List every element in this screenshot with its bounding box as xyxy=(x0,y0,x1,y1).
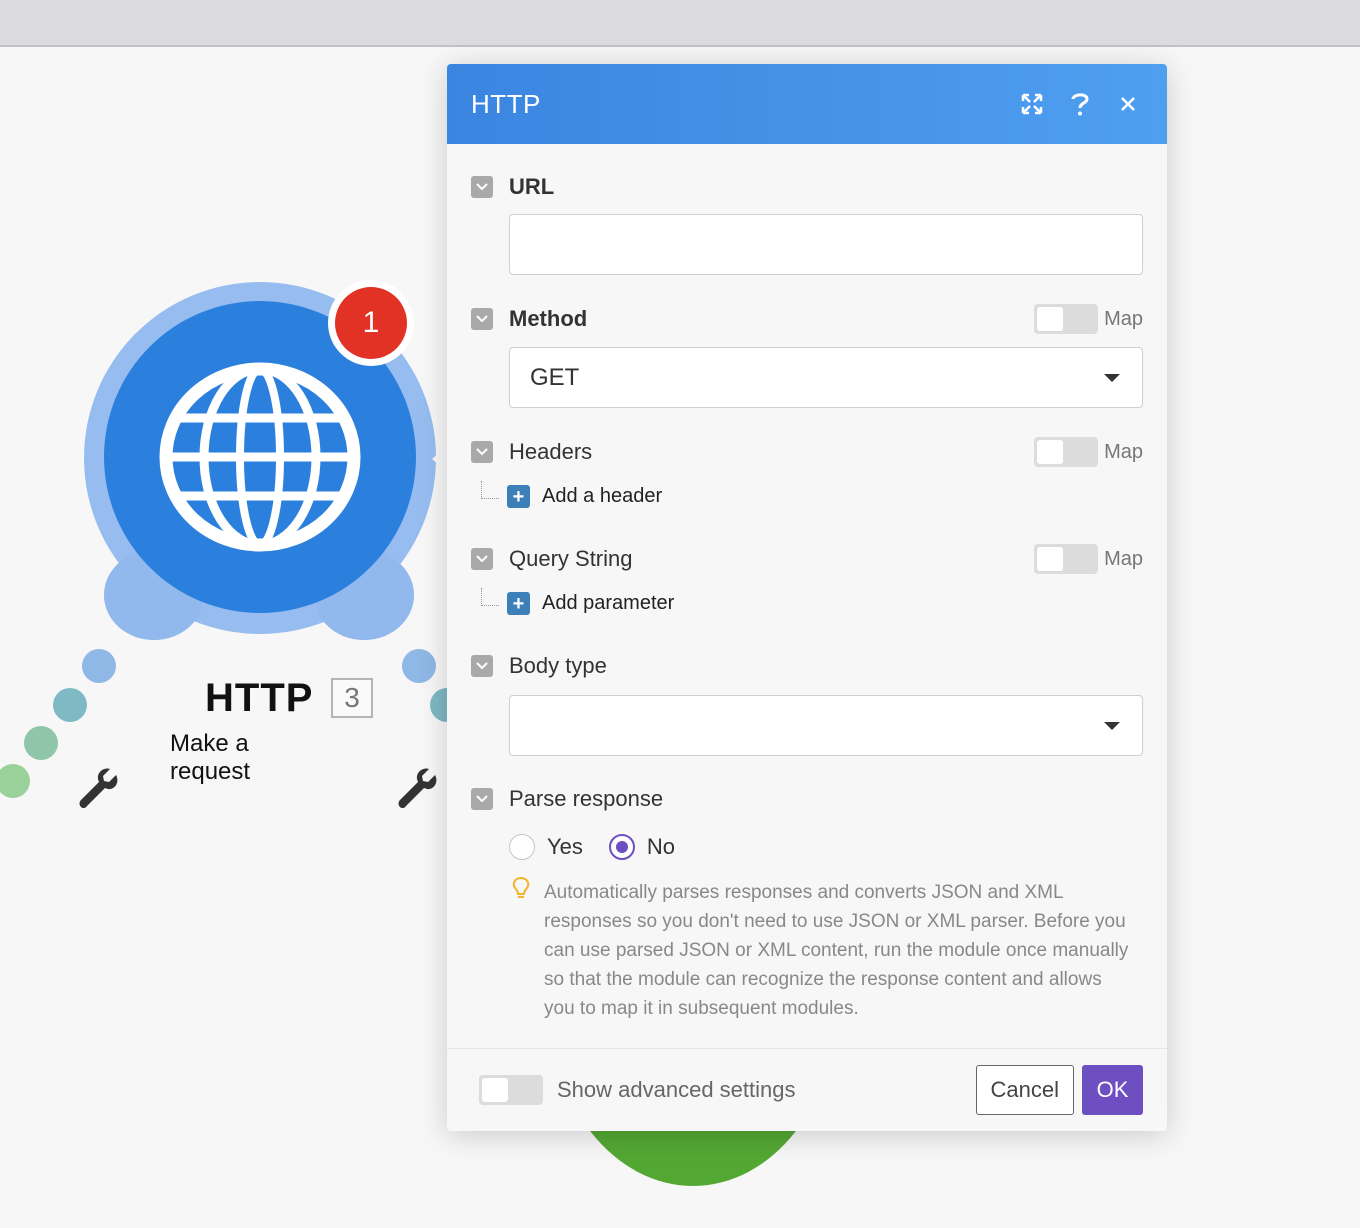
module-title: HTTP xyxy=(205,676,314,720)
collapse-toggle[interactable] xyxy=(471,548,493,570)
plus-icon: + xyxy=(507,485,530,508)
radio-yes[interactable] xyxy=(509,834,535,860)
map-toggle[interactable] xyxy=(1034,544,1099,574)
dialog-title: HTTP xyxy=(471,88,541,119)
expand-button[interactable] xyxy=(1008,80,1056,128)
radio-yes-label: Yes xyxy=(547,834,583,859)
dialog-pointer xyxy=(432,447,446,471)
headers-field: Headers Map + Add a header xyxy=(471,437,1143,508)
module-number: 3 xyxy=(331,678,373,718)
connector-dot xyxy=(0,764,30,798)
collapse-toggle[interactable] xyxy=(471,655,493,677)
radio-no[interactable] xyxy=(608,834,635,860)
close-button[interactable] xyxy=(1104,80,1152,128)
advanced-settings-label: Show advanced settings xyxy=(557,1077,796,1102)
wrench-icon[interactable] xyxy=(78,767,120,809)
collapse-toggle[interactable] xyxy=(471,308,493,330)
map-label: Map xyxy=(1104,547,1143,570)
method-select[interactable]: GET xyxy=(509,347,1143,408)
chevron-down-icon xyxy=(476,555,488,563)
headers-label: Headers xyxy=(509,439,593,464)
connector-dot xyxy=(82,649,116,683)
wrench-icon[interactable] xyxy=(397,767,439,809)
error-count-badge[interactable]: 1 xyxy=(328,280,414,366)
collapse-toggle[interactable] xyxy=(471,176,493,198)
body-type-field: Body type xyxy=(471,651,1143,756)
module-settings-dialog: HTTP URL Method Map GET Headers Map + Ad… xyxy=(447,64,1167,1131)
module-subtitle: Make a request xyxy=(170,730,251,785)
chevron-down-icon xyxy=(476,795,488,803)
map-toggle[interactable] xyxy=(1034,304,1099,334)
lightbulb-icon xyxy=(512,876,530,898)
plus-icon: + xyxy=(507,592,530,615)
dropdown-caret-icon xyxy=(1104,722,1120,730)
expand-icon xyxy=(1021,93,1043,115)
url-label: URL xyxy=(509,174,555,199)
query-string-label: Query String xyxy=(509,546,633,571)
browser-top-bar xyxy=(0,0,1360,47)
connector-dot xyxy=(402,649,436,683)
map-label: Map xyxy=(1104,440,1143,463)
chevron-down-icon xyxy=(476,315,488,323)
method-value: GET xyxy=(530,363,580,391)
url-field: URL xyxy=(471,172,1143,275)
connector-dot xyxy=(53,688,87,722)
parse-response-field: Parse response Yes No Automatically pars… xyxy=(471,784,1143,1019)
chevron-down-icon xyxy=(476,183,488,191)
add-parameter-label: Add parameter xyxy=(542,592,675,614)
method-field: Method Map GET xyxy=(471,304,1143,408)
hint-text: Automatically parses responses and conve… xyxy=(544,882,1129,1019)
method-label: Method xyxy=(509,306,588,331)
globe-icon xyxy=(159,362,361,552)
close-icon xyxy=(1121,97,1135,111)
radio-no-label: No xyxy=(646,834,676,859)
body-type-label: Body type xyxy=(509,653,607,678)
url-input[interactable] xyxy=(509,214,1143,275)
parse-response-radios: Yes No xyxy=(509,834,701,860)
badge-count: 1 xyxy=(335,287,407,359)
parse-response-hint: Automatically parses responses and conve… xyxy=(509,876,1129,1023)
chevron-down-icon xyxy=(476,662,488,670)
map-toggle[interactable] xyxy=(1034,437,1099,467)
add-header-label: Add a header xyxy=(542,485,663,507)
map-label: Map xyxy=(1104,307,1143,330)
collapse-toggle[interactable] xyxy=(471,441,493,463)
query-string-field: Query String Map + Add parameter xyxy=(471,544,1143,615)
connector-dot xyxy=(24,726,58,760)
add-parameter-button[interactable]: + Add parameter xyxy=(481,587,675,615)
ok-button[interactable]: OK xyxy=(1082,1065,1143,1115)
chevron-down-icon xyxy=(476,448,488,456)
body-type-select[interactable] xyxy=(509,695,1143,756)
help-button[interactable] xyxy=(1056,80,1104,128)
collapse-toggle[interactable] xyxy=(471,788,493,810)
cancel-button[interactable]: Cancel xyxy=(975,1065,1074,1115)
add-header-button[interactable]: + Add a header xyxy=(481,480,663,508)
dialog-header: HTTP xyxy=(447,64,1167,144)
dropdown-caret-icon xyxy=(1104,374,1120,382)
parse-response-label: Parse response xyxy=(509,786,664,811)
help-icon xyxy=(1071,93,1089,116)
advanced-settings-toggle[interactable] xyxy=(479,1075,543,1105)
dialog-footer: Show advanced settings Cancel OK xyxy=(447,1048,1167,1131)
